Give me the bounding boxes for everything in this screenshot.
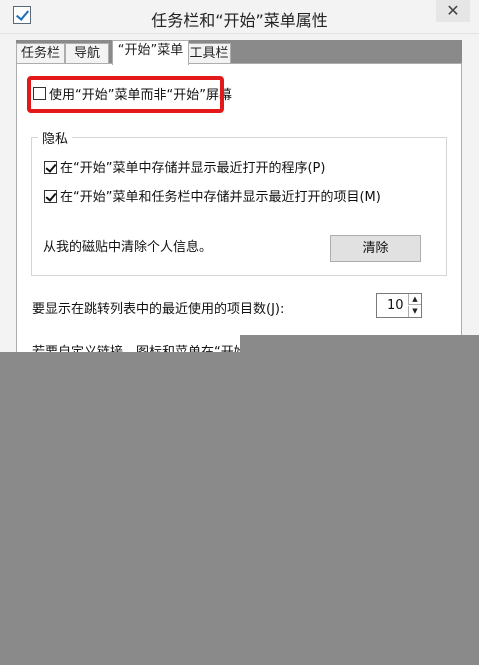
window-top-margin <box>16 34 462 40</box>
red-highlight-box <box>27 76 224 113</box>
window-right-margin <box>462 34 479 352</box>
jump-list-count-label: 要显示在跳转列表中的最近使用的项目数(J): <box>32 302 285 317</box>
clear-button[interactable]: 清除 <box>330 235 421 262</box>
taskbar-start-menu-properties-window: 任务栏和“开始”菜单属性 ✕ 任务栏 导航 “开始”菜单 工具栏 使用“开始”菜… <box>0 0 479 665</box>
store-recent-programs-checkbox[interactable] <box>44 161 57 174</box>
spin-up-arrow-icon[interactable]: ▲ <box>408 294 421 305</box>
tab-taskbar[interactable]: 任务栏 <box>16 43 65 64</box>
title-bar: 任务栏和“开始”菜单属性 ✕ <box>0 0 479 34</box>
jump-list-count-value: 10 <box>387 298 404 313</box>
gray-overlay <box>0 352 479 665</box>
store-recent-programs-label: 在“开始”菜单中存储并显示最近打开的程序(P) <box>60 161 326 176</box>
store-recent-items-label: 在“开始”菜单和任务栏中存储并显示最近打开的项目(M) <box>60 190 381 205</box>
jump-list-count-stepper[interactable]: 10 ▲ ▼ <box>376 293 422 318</box>
customize-links-text-cutoff: 若要自定义链接、图标和菜单在“开始 <box>32 341 247 352</box>
clear-tiles-info-text: 从我的磁贴中清除个人信息。 <box>43 240 213 255</box>
spin-down-arrow-icon[interactable]: ▼ <box>408 306 421 317</box>
tab-toolbars[interactable]: 工具栏 <box>187 43 231 64</box>
window-title: 任务栏和“开始”菜单属性 <box>151 11 328 30</box>
gray-overlay-partial <box>240 335 479 352</box>
window-left-margin <box>0 34 16 352</box>
store-recent-items-checkbox[interactable] <box>44 190 57 203</box>
tab-start-menu[interactable]: “开始”菜单 <box>112 40 189 65</box>
privacy-group-title: 隐私 <box>38 128 73 147</box>
tab-navigation[interactable]: 导航 <box>65 43 109 64</box>
close-button[interactable]: ✕ <box>436 0 470 22</box>
